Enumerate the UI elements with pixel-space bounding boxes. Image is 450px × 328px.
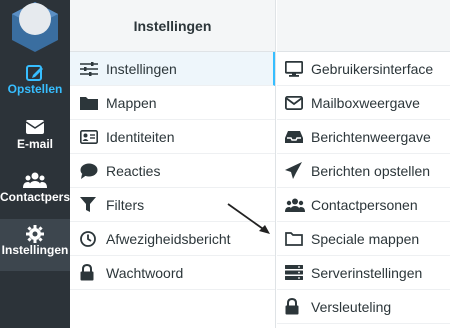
sliders-icon	[80, 61, 106, 76]
compose-icon	[0, 58, 70, 82]
server-icon	[285, 265, 311, 280]
nav-mail-label: E-mail	[16, 137, 53, 151]
pref-item-speciale-mappen[interactable]: Speciale mappen	[277, 222, 450, 256]
folder-icon	[80, 96, 106, 110]
nav-settings-label: Instellingen	[1, 243, 69, 257]
inbox-icon	[285, 130, 311, 144]
section-item-identiteiten[interactable]: Identiteiten	[70, 120, 275, 154]
gear-icon	[0, 219, 70, 243]
nav-contacts[interactable]: Contactpersonen	[0, 166, 70, 218]
pref-label: Gebruikersinterface	[311, 60, 434, 77]
nav-compose-label: Opstellen	[7, 82, 63, 96]
id-card-icon	[80, 129, 106, 144]
nav-contacts-label: Contactpersonen	[0, 190, 70, 204]
pref-item-contactpersonen[interactable]: Contactpersonen	[277, 188, 450, 222]
monitor-icon	[285, 60, 311, 77]
lock-icon	[285, 298, 311, 315]
section-item-wachtwoord[interactable]: Wachtwoord	[70, 256, 275, 290]
section-item-mappen[interactable]: Mappen	[70, 86, 275, 120]
users-icon	[285, 198, 311, 212]
contacts-icon	[0, 166, 70, 190]
pref-item-gebruikersinterface[interactable]: Gebruikersinterface	[277, 52, 450, 86]
pref-label: Berichten opstellen	[311, 162, 431, 179]
pref-item-berichtenweergave[interactable]: Berichtenweergave	[277, 120, 450, 154]
section-label: Identiteiten	[106, 128, 175, 145]
settings-sections-panel: Instellingen Instellingen Mappen Identit…	[70, 0, 276, 328]
lock-icon	[80, 264, 106, 281]
preferences-panel: Gebruikersinterface Mailboxweergave Beri…	[277, 0, 450, 328]
section-item-reacties[interactable]: Reacties	[70, 154, 275, 188]
folder-outline-icon	[285, 231, 311, 246]
nav-mail[interactable]: E-mail	[0, 113, 70, 165]
app-logo[interactable]	[8, 0, 62, 52]
nav-compose[interactable]: Opstellen	[0, 58, 70, 110]
section-label: Mappen	[106, 94, 157, 111]
clock-icon	[80, 230, 106, 247]
paper-plane-icon	[285, 162, 311, 179]
pref-label: Versleuteling	[311, 298, 392, 315]
settings-header: Instellingen	[70, 0, 275, 52]
envelope-icon	[0, 113, 70, 137]
annotation-arrow-icon	[227, 203, 270, 234]
section-label: Afwezigheidsbericht	[106, 230, 231, 247]
envelope-outline-icon	[285, 95, 311, 110]
section-label: Reacties	[106, 162, 161, 179]
section-item-instellingen[interactable]: Instellingen	[70, 52, 275, 86]
section-label: Filters	[106, 196, 145, 213]
pref-label: Contactpersonen	[311, 196, 418, 213]
app-navigation: Opstellen E-mail Contactpersonen	[0, 0, 70, 328]
pref-item-versleuteling[interactable]: Versleuteling	[277, 290, 450, 324]
pref-label: Serverinstellingen	[311, 264, 423, 281]
nav-settings[interactable]: Instellingen	[0, 219, 70, 271]
pref-label: Berichtenweergave	[311, 128, 431, 145]
pref-item-serverinstellingen[interactable]: Serverinstellingen	[277, 256, 450, 290]
comment-icon	[80, 163, 106, 179]
section-label: Instellingen	[106, 60, 177, 77]
filter-icon	[80, 196, 106, 213]
preferences-header	[277, 0, 450, 52]
pref-label: Mailboxweergave	[311, 94, 420, 111]
pref-item-berichten-opstellen[interactable]: Berichten opstellen	[277, 154, 450, 188]
pref-item-mailboxweergave[interactable]: Mailboxweergave	[277, 86, 450, 120]
section-label: Wachtwoord	[106, 264, 184, 281]
pref-label: Speciale mappen	[311, 230, 420, 247]
